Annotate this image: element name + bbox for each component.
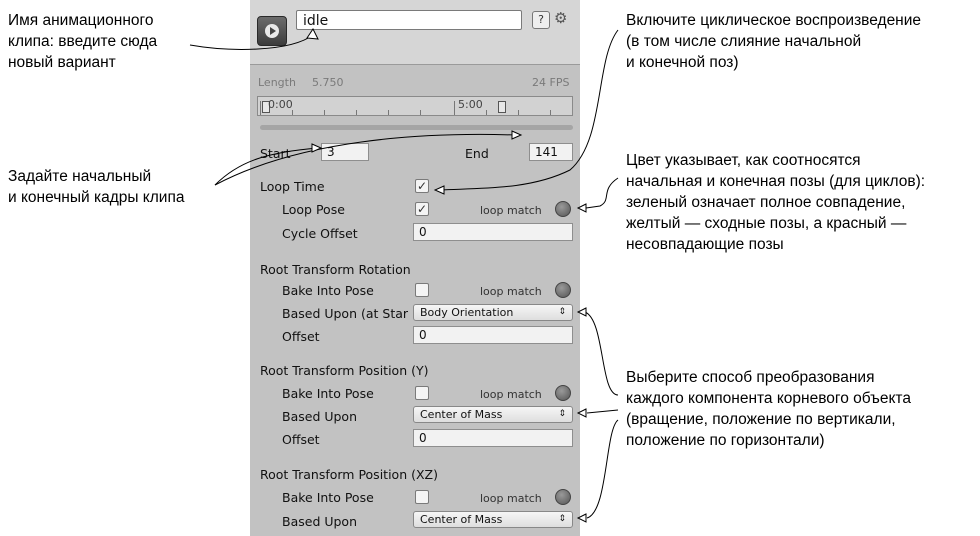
callout-line-root-rotation [584,311,619,396]
callout-arrow-y [576,408,587,418]
callout-arrow-xz [576,513,587,523]
callout-line-loop-time [439,29,619,191]
callout-connectors [189,28,619,523]
callout-arrow-clip-name [306,28,319,40]
callout-line-clip-name [189,34,314,50]
callout-line-start [214,147,319,186]
callout-line-loop-match [585,177,619,209]
callout-line-root-y [586,409,619,414]
callout-line-root-xz [586,419,619,519]
callout-arrow-end [511,130,523,140]
callout-arrow-rotation [576,307,587,317]
callout-arrow-start [311,143,323,153]
callout-arrow-loop-match [576,203,587,213]
callout-line-end [214,133,516,186]
callout-arrow-loop-time [433,185,445,195]
